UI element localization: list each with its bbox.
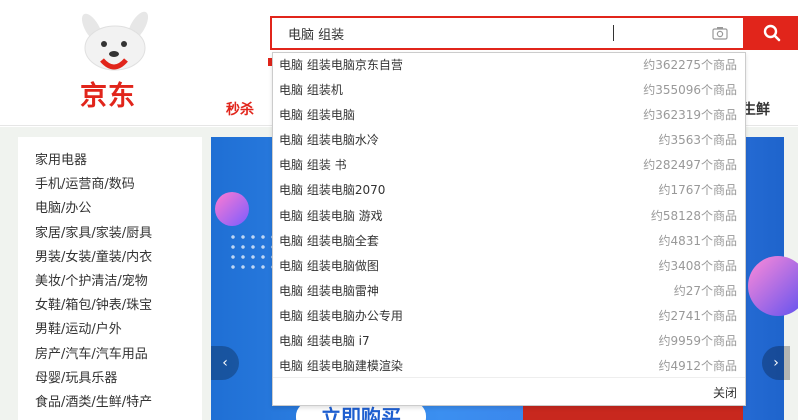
- suggestion-count: 约3563个商品: [658, 133, 737, 148]
- suggestion-item[interactable]: 电脑 组装电脑 约362319个商品: [273, 103, 745, 128]
- search-box: [270, 16, 745, 50]
- suggestion-count: 约282497个商品: [643, 158, 737, 173]
- category-item[interactable]: 房产/汽车/汽车用品: [18, 343, 202, 367]
- banner-next-arrow[interactable]: ›: [762, 346, 790, 380]
- suggestion-count: 约9959个商品: [658, 334, 737, 349]
- category-item[interactable]: 母婴/玩具乐器: [18, 367, 202, 391]
- search-suggestion-dropdown: 电脑 组装电脑京东自营 约362275个商品 电脑 组装机 约355096个商品 电…: [272, 52, 746, 406]
- category-item[interactable]: 家用电器: [18, 149, 202, 173]
- search-button[interactable]: [745, 16, 798, 50]
- suggestion-count: 约27个商品: [673, 283, 737, 298]
- suggestion-item[interactable]: 电脑 组装机 约355096个商品: [273, 78, 745, 103]
- dropdown-footer: 关闭: [273, 377, 745, 405]
- search-input[interactable]: [272, 18, 702, 48]
- suggestion-term: 电脑 组装电脑全套: [279, 233, 379, 248]
- suggestion-count: 约2741个商品: [658, 308, 737, 323]
- suggestion-count: 约362319个商品: [643, 108, 737, 123]
- category-item[interactable]: 女鞋/箱包/钟表/珠宝: [18, 294, 202, 318]
- jd-logo-text[interactable]: 京东: [80, 74, 136, 113]
- suggestion-term: 电脑 组装电脑 游戏: [279, 208, 383, 223]
- suggestion-item[interactable]: 电脑 组装电脑做图 约3408个商品: [273, 254, 745, 279]
- category-item[interactable]: 家居/家具/家装/厨具: [18, 222, 202, 246]
- category-item[interactable]: 男装/女装/童装/内衣: [18, 246, 202, 270]
- suggestion-item[interactable]: 电脑 组装电脑2070 约1767个商品: [273, 178, 745, 203]
- suggestion-term: 电脑 组装电脑建模渲染: [279, 359, 403, 374]
- suggestion-item[interactable]: 电脑 组装电脑建模渲染 约4912个商品: [273, 354, 745, 379]
- suggestion-count: 约3408个商品: [658, 258, 737, 273]
- category-item[interactable]: 食品/酒类/生鲜/特产: [18, 391, 202, 415]
- suggestion-term: 电脑 组装电脑京东自营: [279, 58, 403, 72]
- suggestion-count: 约1767个商品: [658, 183, 737, 198]
- camera-icon[interactable]: [712, 26, 728, 40]
- suggestion-count: 约4912个商品: [658, 359, 737, 374]
- category-item[interactable]: 电脑/办公: [18, 197, 202, 221]
- close-suggestions-link[interactable]: 关闭: [713, 384, 737, 401]
- suggestion-term: 电脑 组装电脑 i7: [279, 334, 370, 349]
- banner-orb-decoration: [215, 192, 249, 226]
- suggestion-count: 约4831个商品: [658, 233, 737, 248]
- banner-dot-pattern: [228, 232, 278, 272]
- category-item[interactable]: 男鞋/运动/户外: [18, 318, 202, 342]
- nav-seckill[interactable]: 秒杀: [226, 99, 254, 119]
- suggestion-term: 电脑 组装电脑: [279, 108, 355, 123]
- suggestion-count: 约362275个商品: [643, 58, 737, 72]
- category-item[interactable]: 手机/运营商/数码: [18, 173, 202, 197]
- text-caret: [613, 25, 614, 41]
- suggestion-item[interactable]: 电脑 组装电脑水冷 约3563个商品: [273, 128, 745, 153]
- nav-fresh[interactable]: 生鲜: [742, 99, 770, 119]
- suggestion-term: 电脑 组装电脑办公专用: [279, 308, 403, 323]
- suggestion-term: 电脑 组装电脑水冷: [279, 133, 379, 148]
- suggestion-term: 电脑 组装电脑2070: [279, 183, 386, 198]
- suggestion-term: 电脑 组装电脑雷神: [279, 283, 379, 298]
- suggestion-term: 电脑 组装电脑做图: [279, 258, 379, 273]
- suggestion-count: 约58128个商品: [650, 208, 737, 223]
- suggestion-item[interactable]: 电脑 组装 书 约282497个商品: [273, 153, 745, 178]
- suggestion-item[interactable]: 电脑 组装电脑办公专用 约2741个商品: [273, 304, 745, 329]
- suggestion-term: 电脑 组装 书: [279, 158, 347, 173]
- suggestion-term: 电脑 组装机: [279, 83, 343, 98]
- suggestion-item[interactable]: 电脑 组装电脑 i7 约9959个商品: [273, 329, 745, 354]
- suggestion-item[interactable]: 电脑 组装电脑雷神 约27个商品: [273, 279, 745, 304]
- banner-product-image: [523, 404, 743, 420]
- suggestion-count: 约355096个商品: [643, 83, 737, 98]
- category-item[interactable]: 美妆/个护清洁/宠物: [18, 270, 202, 294]
- suggestion-item[interactable]: 电脑 组装电脑全套 约4831个商品: [273, 229, 745, 254]
- search-icon: [763, 24, 780, 42]
- category-menu: 家用电器 手机/运营商/数码 电脑/办公 家居/家具/家装/厨具 男装/女装/童…: [18, 137, 202, 420]
- suggestion-item[interactable]: 电脑 组装电脑 游戏 约58128个商品: [273, 204, 745, 229]
- suggestion-item[interactable]: 电脑 组装电脑京东自营 约362275个商品: [273, 53, 745, 78]
